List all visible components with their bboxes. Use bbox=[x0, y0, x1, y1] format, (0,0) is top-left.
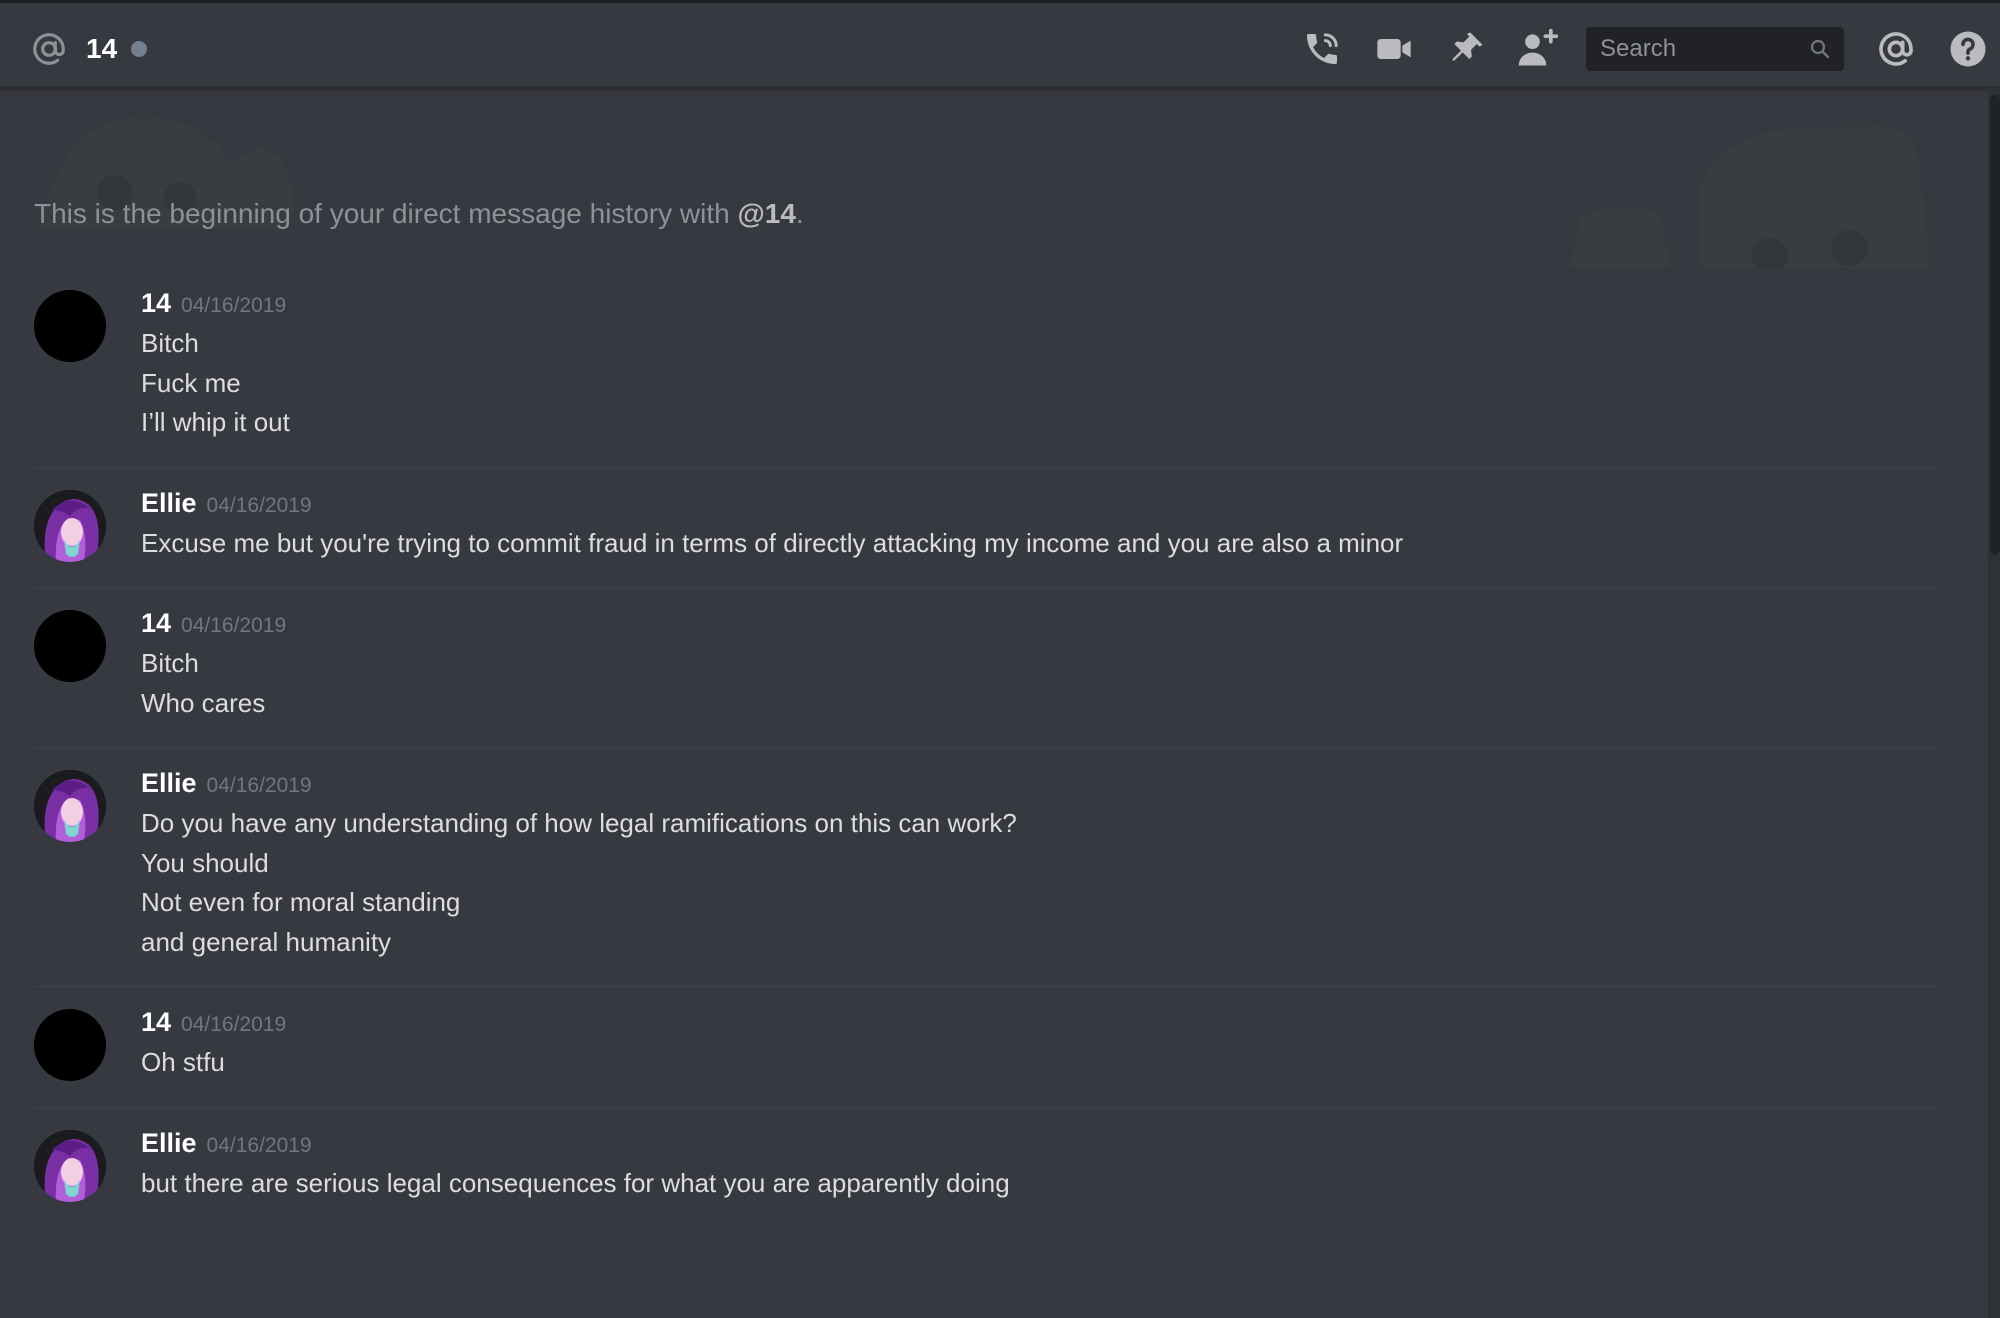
author-name[interactable]: 14 bbox=[141, 1007, 171, 1038]
dm-welcome-text: This is the beginning of your direct mes… bbox=[34, 198, 804, 230]
message-text: Not even for moral standing bbox=[141, 887, 461, 917]
header-toolbar bbox=[1274, 25, 2000, 73]
message-list[interactable]: This is the beginning of your direct mes… bbox=[0, 88, 1988, 1318]
channel-title-group: 14 bbox=[30, 29, 148, 69]
message-header: 14 04/16/2019 bbox=[141, 608, 1940, 644]
message-header: 14 04/16/2019 bbox=[141, 288, 1940, 324]
dm-window: 14 Search This is the beginning of your … bbox=[0, 0, 2000, 1318]
add-friend-to-dm-button[interactable] bbox=[1514, 25, 1562, 73]
message-timestamp: 04/16/2019 bbox=[181, 614, 287, 637]
ellie-avatar-icon bbox=[34, 1129, 106, 1202]
message-text: Who cares bbox=[141, 687, 266, 718]
at-icon bbox=[30, 30, 68, 68]
message-text: and general humanity bbox=[141, 926, 392, 957]
user-avatar[interactable] bbox=[34, 1009, 106, 1081]
user-avatar[interactable] bbox=[34, 489, 106, 562]
message-group[interactable]: Ellie 04/16/2019 Excuse me but you're tr… bbox=[34, 468, 1940, 588]
help-icon bbox=[1948, 29, 1988, 69]
message-body: 14 04/16/2019 Oh stfu bbox=[141, 1007, 1940, 1083]
message-timestamp: 04/16/2019 bbox=[181, 294, 287, 317]
message-text: Excuse me but you're trying to commit fr… bbox=[141, 527, 1404, 558]
welcome-handle[interactable]: @14 bbox=[737, 198, 795, 229]
call-button[interactable] bbox=[1298, 25, 1346, 73]
message-text: but there are serious legal consequences… bbox=[141, 1167, 1010, 1198]
search-input[interactable] bbox=[1598, 34, 1800, 64]
call-icon bbox=[1302, 29, 1342, 69]
message-text: I’ll whip it out bbox=[141, 407, 290, 437]
message-group[interactable]: 14 04/16/2019 Bitch Fuck me I’ll whip it… bbox=[34, 268, 1940, 468]
help-button[interactable] bbox=[1944, 25, 1992, 73]
message-header: Ellie 04/16/2019 bbox=[141, 488, 1940, 524]
search-bar[interactable] bbox=[1586, 27, 1844, 71]
message-group[interactable]: 14 04/16/2019 Oh stfu bbox=[34, 987, 1940, 1108]
message-timestamp: 04/16/2019 bbox=[206, 1133, 312, 1157]
mentions-button[interactable] bbox=[1872, 25, 1920, 73]
dm-welcome-banner: This is the beginning of your direct mes… bbox=[0, 88, 1988, 268]
message-header: Ellie 04/16/2019 bbox=[141, 1128, 1940, 1164]
black-avatar-icon bbox=[34, 290, 106, 362]
message-text: Bitch bbox=[141, 648, 199, 678]
ellie-avatar-icon bbox=[34, 770, 106, 842]
message-group[interactable]: Ellie 04/16/2019 but there are serious l… bbox=[34, 1108, 1940, 1228]
author-name[interactable]: Ellie bbox=[141, 1128, 197, 1159]
scrollbar-thumb[interactable] bbox=[1990, 95, 2000, 555]
author-name[interactable]: Ellie bbox=[141, 768, 197, 799]
welcome-prefix: This is the beginning of your direct mes… bbox=[34, 198, 738, 229]
status-indicator bbox=[131, 41, 148, 57]
message-text: Do you have any understanding of how leg… bbox=[141, 808, 1017, 838]
video-call-button[interactable] bbox=[1370, 25, 1418, 73]
message-timestamp: 04/16/2019 bbox=[206, 774, 312, 797]
message-body: Ellie 04/16/2019 but there are serious l… bbox=[141, 1128, 1940, 1204]
black-avatar-icon bbox=[34, 1009, 106, 1081]
add-friend-icon bbox=[1516, 27, 1560, 71]
channel-name: 14 bbox=[86, 33, 118, 64]
message-header: 14 04/16/2019 bbox=[141, 1007, 1940, 1043]
mentions-icon bbox=[1876, 29, 1916, 69]
message-group[interactable]: Ellie 04/16/2019 Do you have any underst… bbox=[34, 748, 1940, 987]
message-body: 14 04/16/2019 Bitch Fuck me I’ll whip it… bbox=[141, 288, 1940, 443]
message-text: Bitch bbox=[141, 328, 199, 358]
user-avatar[interactable] bbox=[34, 290, 106, 362]
author-name[interactable]: 14 bbox=[141, 288, 171, 319]
black-avatar-icon bbox=[34, 610, 106, 682]
author-name[interactable]: Ellie bbox=[141, 488, 197, 519]
message-body: Ellie 04/16/2019 Do you have any underst… bbox=[141, 768, 1940, 962]
pinned-messages-button[interactable] bbox=[1442, 25, 1490, 73]
message-text: You should bbox=[141, 847, 269, 878]
ellie-avatar-icon bbox=[34, 489, 106, 562]
author-name[interactable]: 14 bbox=[141, 608, 171, 639]
message-group[interactable]: 14 04/16/2019 Bitch Who cares bbox=[34, 588, 1940, 748]
video-icon bbox=[1374, 29, 1414, 69]
channel-header: 14 bbox=[0, 0, 2000, 88]
user-avatar[interactable] bbox=[34, 1129, 106, 1202]
welcome-decoration-graphic bbox=[40, 117, 1930, 268]
message-body: Ellie 04/16/2019 Excuse me but you're tr… bbox=[141, 488, 1940, 564]
message-text: Oh stfu bbox=[141, 1047, 225, 1077]
message-header: Ellie 04/16/2019 bbox=[141, 768, 1940, 804]
message-timestamp: 04/16/2019 bbox=[206, 493, 312, 517]
user-avatar[interactable] bbox=[34, 770, 106, 842]
message-text: Fuck me bbox=[141, 367, 241, 398]
message-timestamp: 04/16/2019 bbox=[181, 1013, 287, 1036]
user-avatar[interactable] bbox=[34, 610, 106, 682]
search-icon bbox=[1808, 37, 1832, 66]
pin-icon bbox=[1446, 29, 1486, 69]
message-body: 14 04/16/2019 Bitch Who cares bbox=[141, 608, 1940, 723]
welcome-suffix: . bbox=[795, 198, 804, 229]
